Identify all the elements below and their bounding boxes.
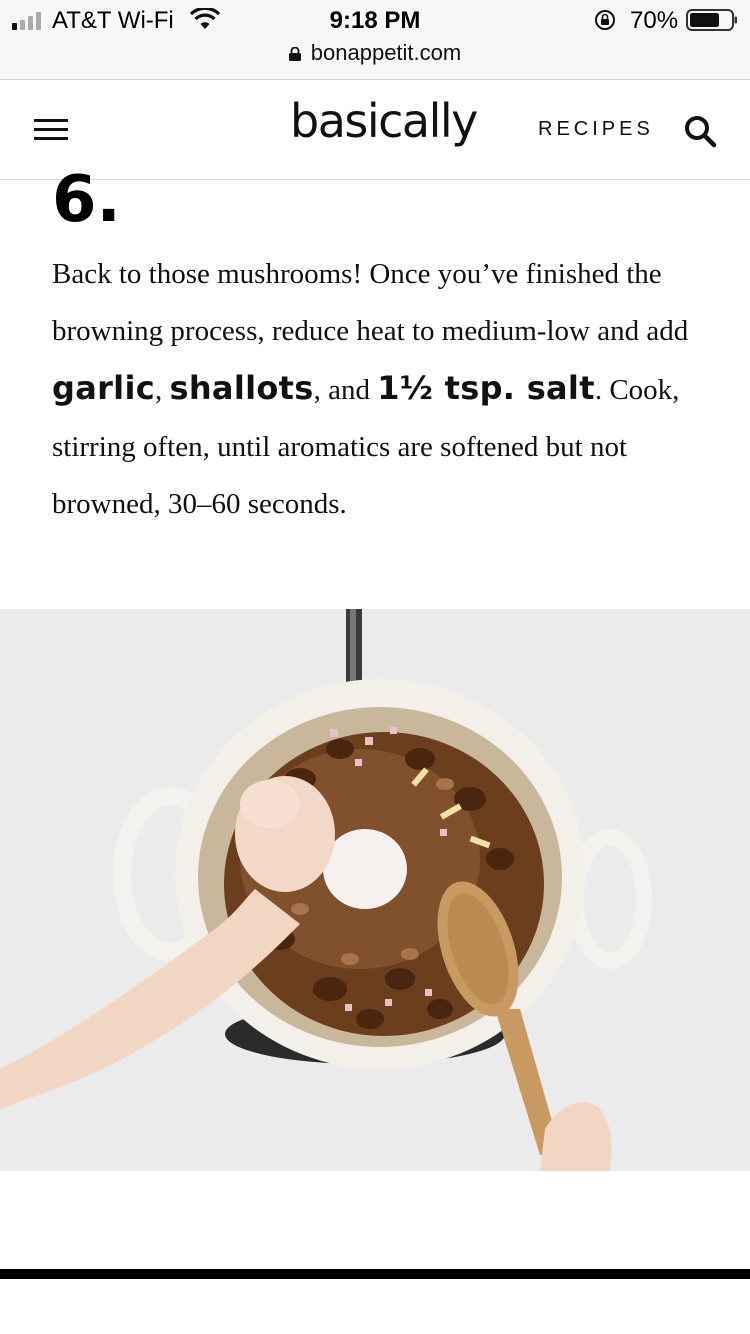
- ingredient-garlic: garlic: [52, 369, 155, 407]
- bottom-divider: [0, 1269, 750, 1279]
- step-text-part: Back to those mushrooms! Once you’ve fin…: [52, 258, 689, 347]
- status-bar: AT&T Wi-Fi 9:18 PM 70% bonappetit.com: [0, 0, 750, 80]
- battery-icon: [686, 9, 737, 31]
- lock-icon: [288, 47, 301, 61]
- battery-percent: 70%: [630, 7, 679, 34]
- pot-photo-illustration: [0, 609, 750, 1171]
- step-number: 6.: [52, 163, 121, 237]
- ingredient-shallots: shallots: [169, 369, 314, 407]
- ingredient-salt: 1½ tsp. salt: [377, 369, 595, 407]
- url-bar[interactable]: bonappetit.com: [0, 40, 750, 66]
- step-text-part: ,: [155, 374, 170, 406]
- menu-icon[interactable]: [34, 119, 68, 141]
- rotation-lock-icon: [595, 10, 615, 30]
- site-logo[interactable]: basically: [290, 94, 478, 148]
- search-icon[interactable]: [683, 114, 717, 148]
- nav-recipes-link[interactable]: RECIPES: [538, 118, 654, 141]
- step-text-part: , and: [313, 374, 378, 406]
- step-photo: [0, 609, 750, 1171]
- step-instructions: Back to those mushrooms! Once you’ve fin…: [52, 246, 712, 533]
- url-text: bonappetit.com: [310, 40, 462, 65]
